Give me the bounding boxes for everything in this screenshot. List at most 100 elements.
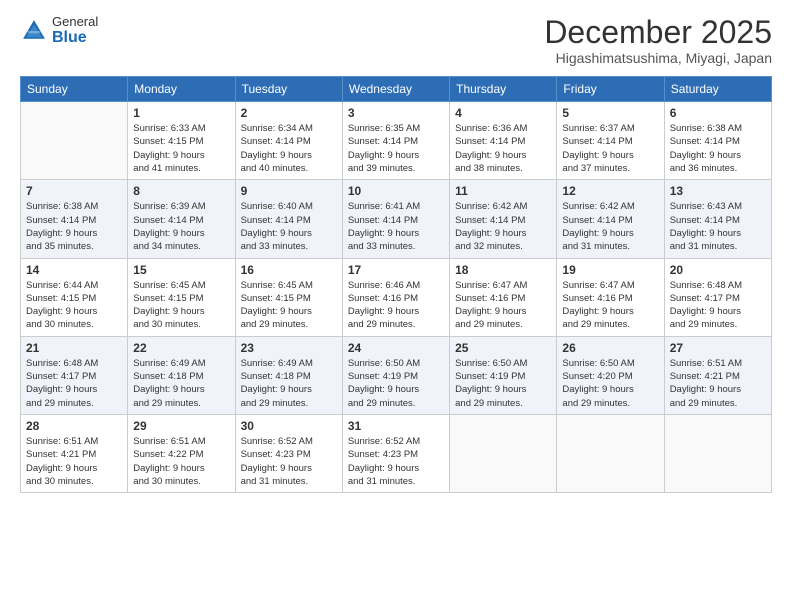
calendar-week-row: 14 Sunrise: 6:44 AM Sunset: 4:15 PM Dayli… xyxy=(21,258,772,336)
day-number: 7 xyxy=(26,184,122,198)
calendar-cell: 19 Sunrise: 6:47 AM Sunset: 4:16 PM Dayli… xyxy=(557,258,664,336)
day-info: Sunrise: 6:44 AM Sunset: 4:15 PM Dayligh… xyxy=(26,279,122,332)
day-number: 11 xyxy=(455,184,551,198)
calendar-cell: 27 Sunrise: 6:51 AM Sunset: 4:21 PM Dayli… xyxy=(664,336,771,414)
logo-text: General Blue xyxy=(52,15,98,47)
calendar-cell: 16Sunrise: 6:45 AM Sunset: 4:15 PM Dayli… xyxy=(235,258,342,336)
day-info: Sunrise: 6:42 AM Sunset: 4:14 PM Dayligh… xyxy=(455,200,551,253)
calendar-cell xyxy=(21,102,128,180)
day-number: 26 xyxy=(562,341,658,355)
calendar-cell: 12Sunrise: 6:42 AM Sunset: 4:14 PM Dayli… xyxy=(557,180,664,258)
logo-blue-text: Blue xyxy=(52,29,98,47)
day-info: Sunrise: 6:37 AM Sunset: 4:14 PM Dayligh… xyxy=(562,122,658,175)
day-number: 24 xyxy=(348,341,444,355)
location: Higashimatsushima, Miyagi, Japan xyxy=(544,50,772,66)
calendar-cell: 15 Sunrise: 6:45 AM Sunset: 4:15 PM Dayli… xyxy=(128,258,235,336)
day-number: 29 xyxy=(133,419,229,433)
logo: General Blue xyxy=(20,15,98,47)
calendar-cell: 25Sunrise: 6:50 AM Sunset: 4:19 PM Dayli… xyxy=(450,336,557,414)
day-info: Sunrise: 6:38 AM Sunset: 4:14 PM Dayligh… xyxy=(670,122,766,175)
day-info: Sunrise: 6:50 AM Sunset: 4:20 PM Dayligh… xyxy=(562,357,658,410)
day-number: 12 xyxy=(562,184,658,198)
calendar-header-tuesday: Tuesday xyxy=(235,77,342,102)
day-info: Sunrise: 6:52 AM Sunset: 4:23 PM Dayligh… xyxy=(241,435,337,488)
calendar-cell: 14 Sunrise: 6:44 AM Sunset: 4:15 PM Dayli… xyxy=(21,258,128,336)
day-number: 1 xyxy=(133,106,229,120)
day-info: Sunrise: 6:45 AM Sunset: 4:15 PM Dayligh… xyxy=(241,279,337,332)
day-number: 10 xyxy=(348,184,444,198)
calendar-header-saturday: Saturday xyxy=(664,77,771,102)
day-info: Sunrise: 6:39 AM Sunset: 4:14 PM Dayligh… xyxy=(133,200,229,253)
calendar-cell: 22 Sunrise: 6:49 AM Sunset: 4:18 PM Dayli… xyxy=(128,336,235,414)
calendar-header-wednesday: Wednesday xyxy=(342,77,449,102)
day-number: 14 xyxy=(26,263,122,277)
day-info: Sunrise: 6:48 AM Sunset: 4:17 PM Dayligh… xyxy=(670,279,766,332)
calendar-header-row: SundayMondayTuesdayWednesdayThursdayFrid… xyxy=(21,77,772,102)
day-info: Sunrise: 6:41 AM Sunset: 4:14 PM Dayligh… xyxy=(348,200,444,253)
calendar-header-sunday: Sunday xyxy=(21,77,128,102)
logo-icon xyxy=(20,17,48,45)
day-info: Sunrise: 6:35 AM Sunset: 4:14 PM Dayligh… xyxy=(348,122,444,175)
calendar-cell: 29Sunrise: 6:51 AM Sunset: 4:22 PM Dayli… xyxy=(128,414,235,492)
calendar-cell: 30 Sunrise: 6:52 AM Sunset: 4:23 PM Dayli… xyxy=(235,414,342,492)
day-info: Sunrise: 6:49 AM Sunset: 4:18 PM Dayligh… xyxy=(133,357,229,410)
day-number: 31 xyxy=(348,419,444,433)
day-number: 19 xyxy=(562,263,658,277)
day-number: 18 xyxy=(455,263,551,277)
calendar-cell: 18 Sunrise: 6:47 AM Sunset: 4:16 PM Dayli… xyxy=(450,258,557,336)
calendar-cell: 9 Sunrise: 6:40 AM Sunset: 4:14 PM Daylig… xyxy=(235,180,342,258)
calendar-week-row: 1 Sunrise: 6:33 AM Sunset: 4:15 PM Daylig… xyxy=(21,102,772,180)
calendar-cell: 21 Sunrise: 6:48 AM Sunset: 4:17 PM Dayli… xyxy=(21,336,128,414)
day-info: Sunrise: 6:45 AM Sunset: 4:15 PM Dayligh… xyxy=(133,279,229,332)
day-number: 5 xyxy=(562,106,658,120)
calendar-cell: 8 Sunrise: 6:39 AM Sunset: 4:14 PM Daylig… xyxy=(128,180,235,258)
calendar-cell: 1 Sunrise: 6:33 AM Sunset: 4:15 PM Daylig… xyxy=(128,102,235,180)
day-info: Sunrise: 6:48 AM Sunset: 4:17 PM Dayligh… xyxy=(26,357,122,410)
calendar-cell: 10 Sunrise: 6:41 AM Sunset: 4:14 PM Dayli… xyxy=(342,180,449,258)
calendar-cell xyxy=(557,414,664,492)
day-number: 8 xyxy=(133,184,229,198)
calendar-cell: 20 Sunrise: 6:48 AM Sunset: 4:17 PM Dayli… xyxy=(664,258,771,336)
day-number: 30 xyxy=(241,419,337,433)
day-info: Sunrise: 6:46 AM Sunset: 4:16 PM Dayligh… xyxy=(348,279,444,332)
day-info: Sunrise: 6:52 AM Sunset: 4:23 PM Dayligh… xyxy=(348,435,444,488)
day-number: 17 xyxy=(348,263,444,277)
logo-general-text: General xyxy=(52,15,98,29)
calendar-week-row: 7 Sunrise: 6:38 AM Sunset: 4:14 PM Daylig… xyxy=(21,180,772,258)
day-info: Sunrise: 6:34 AM Sunset: 4:14 PM Dayligh… xyxy=(241,122,337,175)
day-info: Sunrise: 6:51 AM Sunset: 4:21 PM Dayligh… xyxy=(670,357,766,410)
day-number: 28 xyxy=(26,419,122,433)
day-info: Sunrise: 6:36 AM Sunset: 4:14 PM Dayligh… xyxy=(455,122,551,175)
day-number: 4 xyxy=(455,106,551,120)
calendar-cell: 13Sunrise: 6:43 AM Sunset: 4:14 PM Dayli… xyxy=(664,180,771,258)
calendar-cell: 2 Sunrise: 6:34 AM Sunset: 4:14 PM Daylig… xyxy=(235,102,342,180)
calendar-header-friday: Friday xyxy=(557,77,664,102)
day-number: 9 xyxy=(241,184,337,198)
day-number: 21 xyxy=(26,341,122,355)
day-number: 3 xyxy=(348,106,444,120)
calendar-cell: 17 Sunrise: 6:46 AM Sunset: 4:16 PM Dayli… xyxy=(342,258,449,336)
day-number: 20 xyxy=(670,263,766,277)
day-number: 22 xyxy=(133,341,229,355)
day-info: Sunrise: 6:50 AM Sunset: 4:19 PM Dayligh… xyxy=(455,357,551,410)
day-info: Sunrise: 6:47 AM Sunset: 4:16 PM Dayligh… xyxy=(562,279,658,332)
calendar-cell: 23Sunrise: 6:49 AM Sunset: 4:18 PM Dayli… xyxy=(235,336,342,414)
month-title: December 2025 xyxy=(544,15,772,50)
calendar-cell: 31 Sunrise: 6:52 AM Sunset: 4:23 PM Dayli… xyxy=(342,414,449,492)
day-info: Sunrise: 6:50 AM Sunset: 4:19 PM Dayligh… xyxy=(348,357,444,410)
day-number: 15 xyxy=(133,263,229,277)
calendar-cell: 11 Sunrise: 6:42 AM Sunset: 4:14 PM Dayli… xyxy=(450,180,557,258)
calendar-cell: 28 Sunrise: 6:51 AM Sunset: 4:21 PM Dayli… xyxy=(21,414,128,492)
day-info: Sunrise: 6:38 AM Sunset: 4:14 PM Dayligh… xyxy=(26,200,122,253)
calendar: SundayMondayTuesdayWednesdayThursdayFrid… xyxy=(20,76,772,493)
day-number: 2 xyxy=(241,106,337,120)
day-number: 27 xyxy=(670,341,766,355)
calendar-cell: 26 Sunrise: 6:50 AM Sunset: 4:20 PM Dayli… xyxy=(557,336,664,414)
day-number: 6 xyxy=(670,106,766,120)
calendar-cell: 6 Sunrise: 6:38 AM Sunset: 4:14 PM Daylig… xyxy=(664,102,771,180)
day-info: Sunrise: 6:47 AM Sunset: 4:16 PM Dayligh… xyxy=(455,279,551,332)
day-info: Sunrise: 6:51 AM Sunset: 4:21 PM Dayligh… xyxy=(26,435,122,488)
day-info: Sunrise: 6:40 AM Sunset: 4:14 PM Dayligh… xyxy=(241,200,337,253)
day-info: Sunrise: 6:33 AM Sunset: 4:15 PM Dayligh… xyxy=(133,122,229,175)
calendar-cell xyxy=(450,414,557,492)
